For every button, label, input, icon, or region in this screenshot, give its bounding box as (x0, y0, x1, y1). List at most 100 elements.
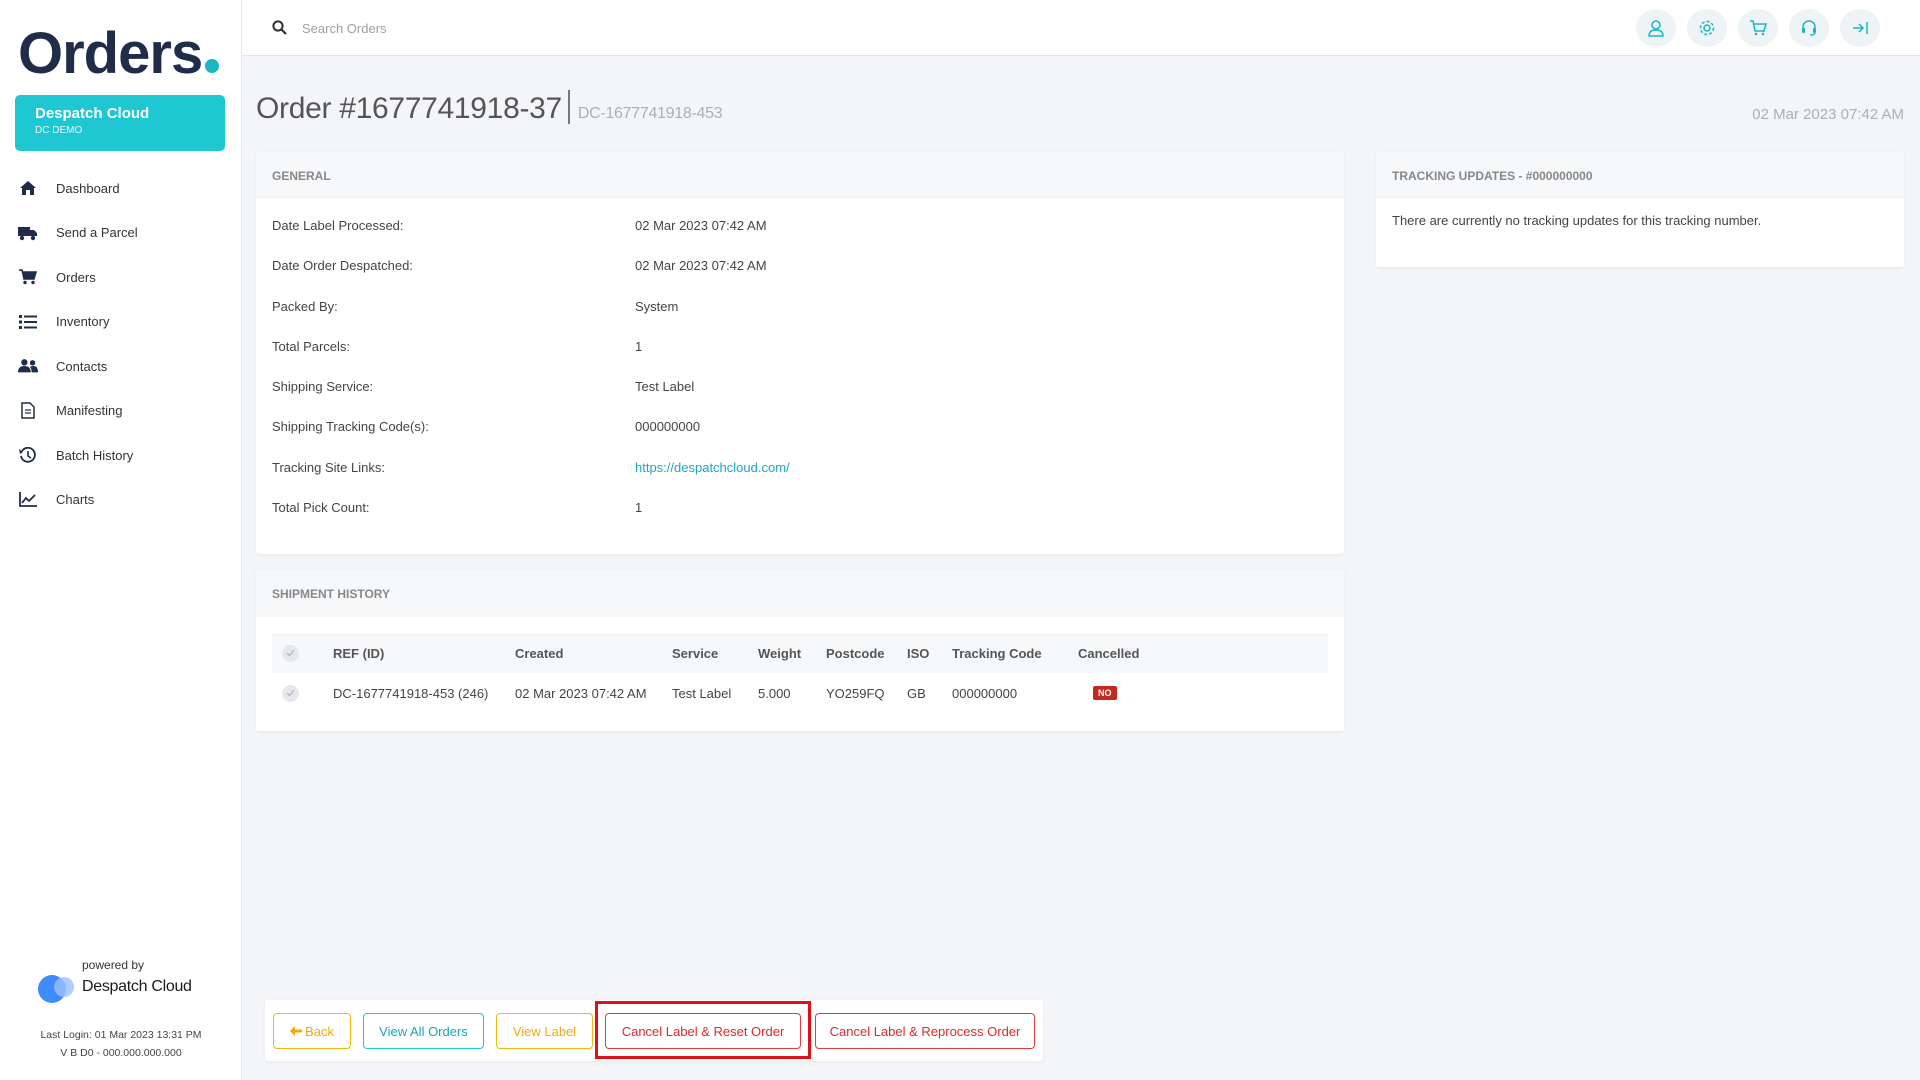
highlight-box (595, 1001, 811, 1059)
general-label: Shipping Tracking Code(s): (272, 419, 429, 434)
cancel-label-reprocess-order-button[interactable]: Cancel Label & Reprocess Order (815, 1013, 1035, 1049)
order-date: 02 Mar 2023 07:42 AM (1752, 106, 1904, 123)
row-checkbox[interactable] (282, 673, 299, 713)
general-value: 02 Mar 2023 07:42 AM (635, 258, 767, 273)
list-icon (18, 313, 38, 331)
sidebar-item-label: Orders (56, 269, 96, 285)
brand-name: Despatch Cloud (82, 978, 192, 995)
shipment-weight: 5.000 (758, 685, 791, 701)
sidebar-item-dashboard[interactable]: Dashboard (0, 166, 242, 211)
general-value: 1 (635, 500, 643, 515)
sidebar-item-charts[interactable]: Charts (0, 478, 242, 523)
general-label: Date Order Despatched: (272, 258, 413, 273)
tracking-heading: TRACKING UPDATES - #000000000 (1376, 152, 1904, 199)
home-icon (18, 179, 38, 197)
shipment-postcode: YO259FQ (826, 685, 885, 701)
logo-dot (205, 59, 220, 73)
settings-icon[interactable] (1687, 9, 1727, 47)
order-dc-ref: DC-1677741918-453 (577, 105, 723, 122)
general-value: System (635, 299, 679, 314)
col-ref: REF (ID) (333, 645, 385, 661)
col-created: Created (515, 645, 564, 661)
sidebar-item-manifesting[interactable]: Manifesting (0, 389, 242, 434)
check-icon (282, 644, 299, 662)
search-input[interactable] (302, 17, 602, 39)
logout-icon[interactable] (1840, 9, 1880, 47)
sidebar: Orders Despatch Cloud DC DEMO Dashboard … (0, 0, 242, 1080)
col-cancelled: Cancelled (1078, 645, 1140, 661)
view-all-orders-button[interactable]: View All Orders (363, 1013, 484, 1049)
sidebar-item-send-a-parcel[interactable]: Send a Parcel (0, 211, 242, 256)
sidebar-item-label: Batch History (56, 447, 134, 463)
general-label: Shipping Service: (272, 379, 374, 394)
general-value: 000000000 (635, 419, 701, 434)
sidebar-item-label: Contacts (56, 358, 108, 374)
col-iso: ISO (907, 645, 930, 661)
general-label: Packed By: (272, 299, 338, 314)
back-button[interactable]: Back (273, 1013, 351, 1049)
powered-by: powered by Despatch Cloud (38, 958, 208, 1003)
check-icon (282, 684, 299, 702)
brand-logo: Despatch Cloud (38, 973, 208, 1003)
cart-icon (18, 268, 38, 286)
shipment-table: REF (ID) Created Service Weight Postcode… (272, 633, 1328, 713)
last-login: Last Login: 01 Mar 2023 13:31 PM (40, 1029, 202, 1041)
support-icon[interactable] (1789, 9, 1829, 47)
col-tracking-code: Tracking Code (952, 645, 1042, 661)
general-label: Total Parcels: (272, 339, 351, 354)
cancelled-status: NO (1093, 673, 1117, 713)
sidebar-item-label: Inventory (56, 314, 110, 330)
user-icon[interactable] (1636, 9, 1676, 47)
shipment-iso: GB (907, 685, 926, 701)
tracking-panel: TRACKING UPDATES - #000000000 There are … (1376, 152, 1904, 267)
sidebar-item-label: Send a Parcel (56, 225, 138, 241)
truck-icon (18, 224, 38, 242)
back-label: Back (305, 1023, 334, 1039)
order-number: Order #1677741918-37 (256, 92, 562, 125)
sidebar-item-contacts[interactable]: Contacts (0, 344, 242, 389)
view-label-button[interactable]: View Label (496, 1013, 593, 1049)
account-switcher[interactable]: Despatch Cloud DC DEMO (15, 95, 225, 151)
sidebar-item-batch-history[interactable]: Batch History (0, 433, 242, 478)
app-logo: Orders (18, 20, 220, 87)
general-value: 02 Mar 2023 07:42 AM (635, 218, 767, 233)
general-value: 1 (635, 339, 643, 354)
users-icon (18, 357, 38, 375)
chart-icon (18, 491, 38, 509)
tracking-message: There are currently no tracking updates … (1392, 213, 1762, 228)
history-icon (18, 446, 38, 464)
login-info: Last Login: 01 Mar 2023 13:31 PM V B D0 … (0, 1026, 242, 1062)
account-sub: DC DEMO (35, 125, 83, 136)
table-header: REF (ID) Created Service Weight Postcode… (272, 633, 1328, 673)
page-title: Order #1677741918-37 DC-1677741918-453 (256, 90, 723, 127)
table-row: DC-1677741918-453 (246) 02 Mar 2023 07:4… (272, 673, 1328, 713)
sidebar-item-orders[interactable]: Orders (0, 255, 242, 300)
general-label: Tracking Site Links: (272, 460, 385, 475)
shipment-ref-link[interactable]: DC-1677741918-453 (246) (333, 673, 488, 713)
cart-icon[interactable] (1738, 9, 1778, 47)
brand-mark (38, 973, 76, 1003)
sidebar-item-label: Dashboard (56, 180, 120, 196)
general-heading: GENERAL (256, 152, 1344, 199)
sidebar-nav: Dashboard Send a Parcel Orders Inventory… (0, 166, 242, 522)
col-service: Service (672, 645, 719, 661)
shipment-created: 02 Mar 2023 07:42 AM (515, 685, 647, 701)
arrow-left-icon (290, 1026, 303, 1036)
version: V B D0 - 000.000.000.000 (60, 1047, 182, 1059)
col-postcode: Postcode (826, 645, 885, 661)
shipment-heading: SHIPMENT HISTORY (256, 570, 1344, 617)
general-panel: GENERAL Date Label Processed: 02 Mar 202… (256, 152, 1344, 554)
sidebar-item-inventory[interactable]: Inventory (0, 300, 242, 345)
general-label: Date Label Processed: (272, 218, 404, 233)
title-divider (567, 90, 570, 125)
shipment-tracking-link[interactable]: 000000000 (952, 673, 1017, 713)
search-icon (272, 20, 287, 38)
tracking-site-link[interactable]: https://despatchcloud.com/ (635, 460, 790, 475)
general-value: Test Label (635, 379, 695, 394)
account-name: Despatch Cloud (35, 105, 150, 122)
shipment-service: Test Label (672, 685, 732, 701)
general-label: Total Pick Count: (272, 500, 370, 515)
sidebar-item-label: Charts (56, 492, 95, 508)
select-all-checkbox[interactable] (282, 633, 299, 673)
powered-by-text: powered by (82, 958, 145, 972)
